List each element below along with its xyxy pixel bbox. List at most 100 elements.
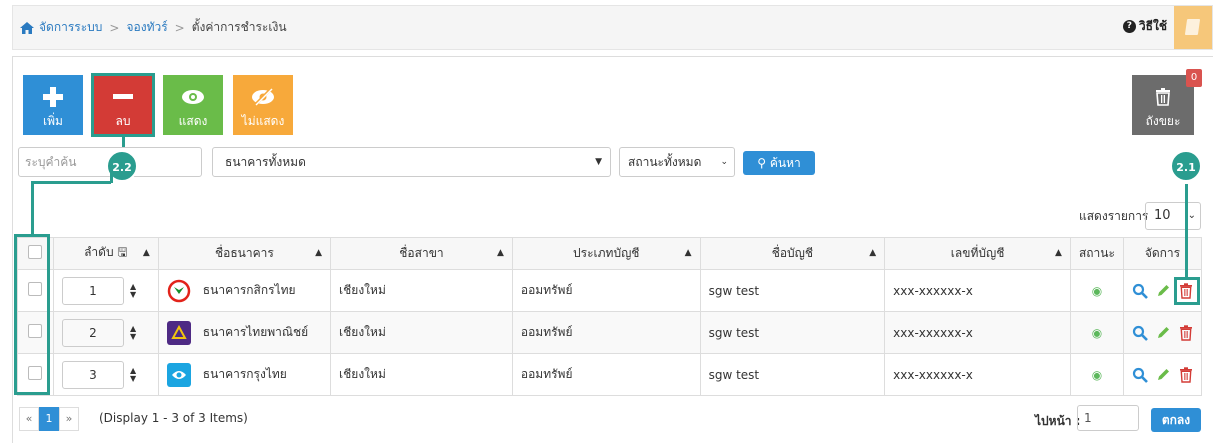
callout-connector (31, 181, 111, 184)
header-order[interactable]: ลำดับ 🖫 ▲ (52, 237, 159, 270)
breadcrumb: จัดการระบบ > จองทัวร์ > ตั้งค่าการชำระเง… (19, 18, 287, 37)
order-input[interactable]: 3 (61, 360, 124, 389)
plus-icon (23, 83, 83, 111)
header-bank[interactable]: ชื่อธนาคาร ▲ (157, 237, 332, 270)
prev-page-button[interactable]: « (19, 407, 39, 431)
page-size-label: แสดงรายการ (1079, 209, 1149, 223)
kasikorn-logo-icon (167, 279, 191, 303)
view-search-icon[interactable] (1132, 283, 1148, 299)
account-name-cell: sgw test (699, 353, 886, 396)
breadcrumb-home[interactable]: จัดการระบบ (39, 18, 102, 37)
view-search-icon[interactable] (1132, 325, 1148, 341)
row-delete-highlight (1174, 277, 1200, 305)
page-1-button[interactable]: 1 (39, 407, 59, 431)
order-stepper[interactable]: ▲ ▼ (130, 324, 136, 341)
pagination-info: (Display 1 - 3 of 3 Items) (99, 411, 248, 425)
goto-page-label: ไปหน้า : (1035, 414, 1081, 428)
header-type-label: ประเภทบัญชี (573, 246, 640, 260)
bank-select-value: ธนาคารทั้งหมด (225, 155, 306, 169)
status-select[interactable]: สถานะทั้งหมด ⌄ (619, 147, 735, 177)
bank-cell: ธนาคารกสิกรไทย (157, 269, 332, 312)
delete-highlight (91, 73, 155, 137)
branch-cell: เชียงใหม่ (330, 269, 513, 312)
callout-connector (1185, 184, 1188, 279)
top-bar: จัดการระบบ > จองทัวร์ > ตั้งค่าการชำระเง… (12, 5, 1213, 50)
edit-pencil-icon[interactable] (1156, 283, 1171, 298)
account-no-cell: xxx-xxxxxx-x (884, 311, 1071, 354)
bank-name: ธนาคารไทยพาณิชย์ (202, 325, 309, 339)
trash-icon (1132, 83, 1194, 111)
status-cell: ◉ (1069, 269, 1124, 312)
header-account-name-label: ชื่อบัญชี (771, 246, 814, 260)
breadcrumb-separator: > (109, 20, 120, 35)
bank-cell: ธนาคารไทยพาณิชย์ (157, 311, 332, 354)
table-row[interactable]: 3 ▲ ▼ ธนาคารกรุงไทย เชียงใหม่ ออมทรัพย์ sg… (17, 353, 1203, 396)
eye-slash-icon (233, 83, 293, 111)
trash-bin-button[interactable]: ถังขยะ 0 (1132, 69, 1202, 135)
order-input[interactable]: 1 (61, 276, 124, 305)
status-select-value: สถานะทั้งหมด (628, 155, 702, 169)
sort-icon: ▲ (315, 248, 323, 258)
delete-trash-icon[interactable] (1179, 366, 1193, 383)
trash-count-badge: 0 (1186, 69, 1202, 87)
actions-cell (1122, 353, 1203, 396)
search-label: ค้นหา (769, 156, 801, 170)
account-name-cell: sgw test (699, 269, 886, 312)
callout-connector (110, 169, 113, 183)
eye-icon[interactable]: ◉ (1092, 368, 1102, 382)
checkbox-column-highlight (14, 234, 50, 395)
notebook-button[interactable] (1174, 6, 1212, 49)
type-cell: ออมทรัพย์ (511, 353, 701, 396)
table-header-row: ลำดับ 🖫 ▲ ชื่อธนาคาร ▲ ชื่อสาขา ▲ ประเภทบัญ… (17, 237, 1203, 270)
bank-select[interactable]: ธนาคารทั้งหมด ▼ (212, 147, 611, 177)
add-button[interactable]: เพิ่ม (23, 75, 83, 135)
account-no-cell: xxx-xxxxxx-x (884, 269, 1071, 312)
table-row[interactable]: 1 ▲ ▼ ธนาคารกสิกรไทย เชียงใหม่ ออมทรัพย์ s… (17, 269, 1203, 312)
header-status: สถานะ (1069, 237, 1124, 270)
branch-cell: เชียงใหม่ (330, 311, 513, 354)
header-branch[interactable]: ชื่อสาขา ▲ (330, 237, 513, 270)
search-button[interactable]: ⚲ ค้นหา (743, 151, 815, 175)
main-panel: เพิ่ม ลบ แสดง ไม่แสดง ถังขยะ 0 ระบุคำค้น… (12, 56, 1213, 443)
bank-cell: ธนาคารกรุงไทย (157, 353, 332, 396)
hide-label: ไม่แสดง (241, 114, 285, 128)
eye-icon[interactable]: ◉ (1092, 284, 1102, 298)
chevron-down-icon: ⌄ (1187, 210, 1196, 221)
order-stepper[interactable]: ▲ ▼ (130, 366, 136, 383)
delete-trash-icon[interactable] (1179, 324, 1193, 341)
branch-cell: เชียงใหม่ (330, 353, 513, 396)
help-link[interactable]: ? วิธีใช้ (1122, 17, 1167, 36)
save-icon[interactable]: 🖫 (117, 245, 127, 259)
goto-page-button[interactable]: ตกลง (1151, 408, 1201, 432)
header-bank-label: ชื่อธนาคาร (215, 246, 274, 260)
order-stepper[interactable]: ▲ ▼ (130, 282, 136, 299)
goto-page-input[interactable]: 1 (1077, 405, 1139, 431)
header-account-no[interactable]: เลขที่บัญชี ▲ (884, 237, 1071, 270)
eye-icon (163, 83, 223, 111)
table-row[interactable]: 2 ▲ ▼ ธนาคารไทยพาณิชย์ เชียงใหม่ ออมทรัพย์… (17, 311, 1203, 354)
scb-logo-icon (166, 320, 191, 345)
account-no-cell: xxx-xxxxxx-x (884, 353, 1071, 396)
header-account-no-label: เลขที่บัญชี (950, 246, 1005, 260)
edit-pencil-icon[interactable] (1156, 367, 1171, 382)
header-type[interactable]: ประเภทบัญชี ▲ (511, 237, 701, 270)
order-input[interactable]: 2 (61, 318, 124, 347)
next-page-button[interactable]: » (59, 407, 79, 431)
header-account-name[interactable]: ชื่อบัญชี ▲ (699, 237, 886, 270)
chevron-down-icon: ⌄ (720, 157, 728, 167)
sort-icon: ▲ (142, 248, 150, 258)
sort-icon: ▲ (684, 248, 692, 258)
add-label: เพิ่ม (43, 114, 63, 128)
account-name-cell: sgw test (699, 311, 886, 354)
question-icon: ? (1122, 20, 1136, 33)
edit-pencil-icon[interactable] (1156, 325, 1171, 340)
show-button[interactable]: แสดง (163, 75, 223, 135)
breadcrumb-section[interactable]: จองทัวร์ (126, 18, 167, 37)
search-icon: ⚲ (757, 156, 767, 170)
eye-icon[interactable]: ◉ (1092, 326, 1102, 340)
hide-button[interactable]: ไม่แสดง (233, 75, 293, 135)
home-icon[interactable] (19, 21, 35, 35)
page-size-select[interactable]: 10 ⌄ (1145, 202, 1201, 230)
view-search-icon[interactable] (1132, 367, 1148, 383)
type-cell: ออมทรัพย์ (511, 269, 701, 312)
